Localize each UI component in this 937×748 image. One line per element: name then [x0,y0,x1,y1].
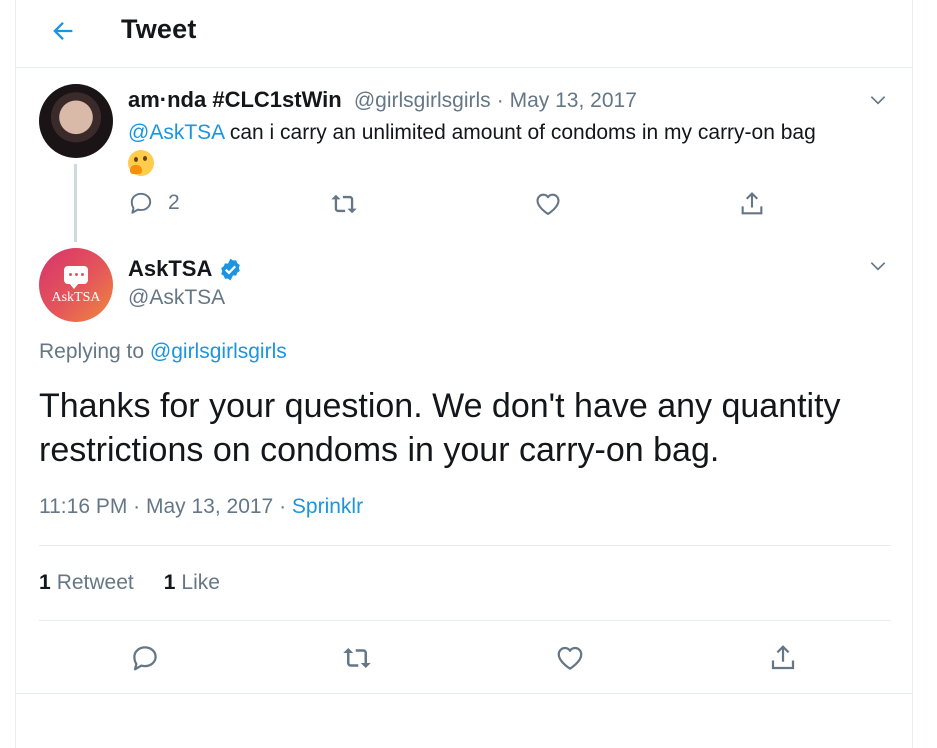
main-tweet-timestamp[interactable]: 11:16 PM · May 13, 2017 · [39,495,292,518]
parent-tweet-date[interactable]: May 13, 2017 [510,89,637,112]
reply-icon [130,192,152,214]
chevron-down-icon [870,96,886,105]
parent-tweet-body: can i carry an unlimited amount of condo… [224,121,816,144]
main-tweet-source[interactable]: Sprinklr [292,495,363,518]
parent-tweet-header: am·nda #CLC1stWin @girlsgirlsgirls · May… [128,87,637,113]
main-tweet-text: Thanks for your question. We don't have … [39,387,841,469]
heart-icon [557,646,583,670]
back-arrow-button[interactable] [46,14,80,48]
parent-reply-count: 2 [168,191,180,214]
heart-icon [536,193,560,215]
parent-author-name[interactable]: am·nda #CLC1stWin [128,87,342,112]
parent-tweet-more-button[interactable] [865,87,891,113]
page-title: Tweet [121,14,197,44]
likes-stat[interactable]: 1 Like [164,571,220,595]
like-label: Like [181,571,220,594]
main-retweet-button[interactable] [340,643,374,673]
parent-retweet-button[interactable] [329,190,359,218]
parent-tweet-mention[interactable]: @AskTSA [128,121,224,144]
tweet-column: Tweet am·nda #CLC1stWin @girlsgirlsgirls… [15,0,913,748]
replying-to-line: Replying to @girlsgirlsgirls [39,340,287,364]
divider [39,620,891,621]
divider [39,545,891,546]
back-arrow-icon [53,22,73,40]
parent-dot-separator: · [496,89,510,112]
parent-reply-button[interactable]: 2 [128,190,180,216]
parent-share-button[interactable] [738,190,766,218]
retweet-icon [331,194,357,214]
share-icon [771,645,795,670]
main-share-button[interactable] [768,643,798,673]
parent-tweet-text: @AskTSA can i carry an unlimited amount … [128,118,888,177]
share-icon [741,192,763,215]
reply-icon [133,646,157,671]
verified-badge-icon [221,258,241,280]
divider [16,693,912,694]
main-reply-button[interactable] [130,643,160,673]
chevron-down-icon [870,262,886,271]
main-tweet-meta: 11:16 PM · May 13, 2017 · Sprinklr [39,495,363,519]
retweet-icon [343,648,371,668]
thread-connector-line [74,164,77,242]
parent-author-handle[interactable]: @girlsgirlsgirls [354,89,491,112]
asktsa-avatar[interactable]: AskTSA [39,248,113,322]
replying-prefix: Replying to [39,340,150,363]
like-count: 1 [163,571,176,594]
main-tweet-more-button[interactable] [865,253,891,279]
avatar-label: AskTSA [51,290,101,305]
parent-author-avatar[interactable] [39,84,113,158]
retweets-stat[interactable]: 1 Retweet [39,571,134,595]
chat-bubble-icon [64,266,88,289]
page-header: Tweet [16,0,912,68]
thinking-face-emoji-icon [128,150,154,177]
retweet-count: 1 [39,571,51,594]
parent-like-button[interactable] [534,190,562,218]
main-tweet-header: AskTSA [128,256,243,282]
chat-dots [69,273,72,276]
tweet-stats: 1 Retweet 1 Like [39,571,250,595]
main-author-handle[interactable]: @AskTSA [128,286,225,310]
main-author-name[interactable]: AskTSA [128,256,212,282]
retweet-label: Retweet [56,571,134,594]
main-like-button[interactable] [555,643,585,673]
replying-to-mention[interactable]: @girlsgirlsgirls [150,340,287,363]
